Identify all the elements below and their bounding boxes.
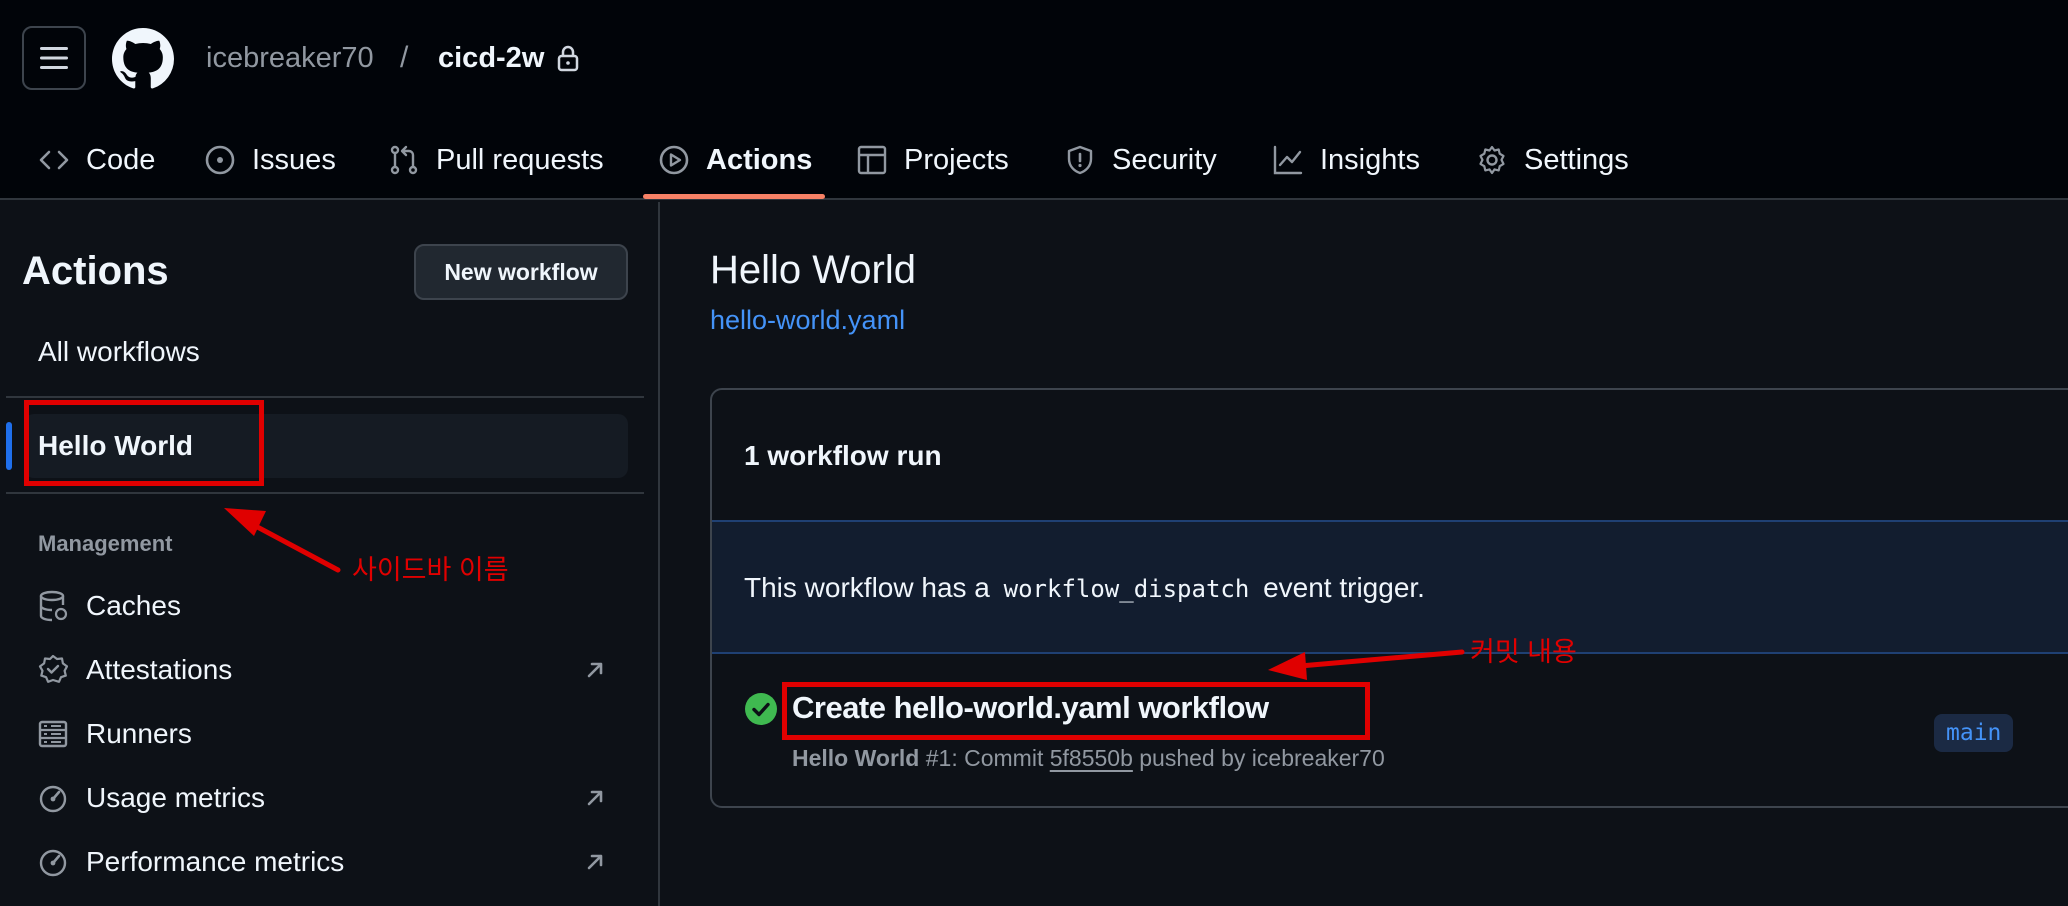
dispatch-text: This workflow has a workflow_dispatch ev… xyxy=(744,568,1425,609)
tab-code[interactable]: Code xyxy=(38,120,155,200)
link-external-icon xyxy=(587,790,603,806)
sidebar-item-label: Performance metrics xyxy=(86,846,345,877)
database-icon xyxy=(39,590,68,622)
sidebar-item-label: Usage metrics xyxy=(86,782,265,813)
path-separator: / xyxy=(400,41,409,74)
run-count: 1 workflow run xyxy=(744,440,942,471)
sidebar-divider xyxy=(6,492,644,494)
tab-settings[interactable]: Settings xyxy=(1476,120,1629,200)
tab-pull-requests[interactable]: Pull requests xyxy=(388,120,604,200)
repo-nav-tabs: Code Issues Pull requests Actions Projec… xyxy=(0,120,2068,200)
workflow-file-link[interactable]: hello-world.yaml xyxy=(710,302,905,338)
sidebar-title: Actions xyxy=(22,249,169,293)
tab-label: Pull requests xyxy=(436,143,604,176)
annotation-commit-message: 커밋 내용 xyxy=(1470,637,1577,667)
global-header: icebreaker70 / cicd-2w Code Issues Pull … xyxy=(0,0,2068,200)
sidebar-item-attestations[interactable]: Attestations xyxy=(38,648,232,692)
lock-icon xyxy=(557,45,579,72)
tab-label: Settings xyxy=(1524,143,1629,176)
runs-header: 1 workflow run xyxy=(712,390,2068,520)
workflow-runs-panel: 1 workflow run This workflow has a workf… xyxy=(710,388,2068,808)
sidebar-item-runners[interactable]: Runners xyxy=(38,712,192,756)
sidebar-item-performance-metrics[interactable]: Performance metrics xyxy=(38,840,344,884)
server-icon xyxy=(38,720,68,748)
sidebar-item-label: Caches xyxy=(86,590,181,621)
tab-label: Actions xyxy=(706,143,813,176)
run-number: #1: Commit xyxy=(925,745,1044,771)
run-meta: Hello World #1: Commit 5f8550b pushed by… xyxy=(792,742,1385,774)
dispatch-prefix: This workflow has a xyxy=(744,572,990,603)
sidebar-item-label: Attestations xyxy=(86,654,233,685)
sidebar-item-label: Runners xyxy=(86,718,192,749)
highlight-box-sidebar xyxy=(24,400,264,486)
tab-projects[interactable]: Projects xyxy=(856,120,1009,200)
tab-actions[interactable]: Actions xyxy=(658,120,812,200)
workflow-title: Hello World xyxy=(710,248,916,292)
tab-label: Issues xyxy=(252,143,336,176)
tab-issues[interactable]: Issues xyxy=(204,120,336,200)
run-pushed-by: pushed by icebreaker70 xyxy=(1139,745,1385,771)
branch-badge[interactable]: main xyxy=(1934,714,2014,752)
active-tab-indicator xyxy=(643,194,825,199)
management-heading: Management xyxy=(38,531,173,556)
menu-button[interactable] xyxy=(22,26,86,90)
graph-icon xyxy=(1273,145,1303,175)
meter-icon xyxy=(39,785,67,813)
new-workflow-button[interactable]: New workflow xyxy=(414,244,628,300)
check-circle-icon xyxy=(745,693,777,725)
meter-icon xyxy=(39,849,67,877)
tab-security[interactable]: Security xyxy=(1064,120,1217,200)
annotation-sidebar-name: 사이드바 이름 xyxy=(352,555,509,585)
repo-name-link[interactable]: cicd-2w xyxy=(438,38,544,78)
link-external-icon xyxy=(587,662,603,678)
highlight-box-commit xyxy=(782,682,1370,740)
issue-opened-icon xyxy=(205,145,235,175)
github-logo-icon[interactable] xyxy=(112,28,174,90)
hamburger-icon xyxy=(40,47,68,69)
tab-label: Projects xyxy=(904,143,1009,176)
tab-insights[interactable]: Insights xyxy=(1272,120,1420,200)
sidebar-item-all-workflows[interactable]: All workflows xyxy=(38,330,200,374)
code-icon xyxy=(39,150,69,170)
run-workflow-name: Hello World xyxy=(792,745,920,771)
play-icon xyxy=(659,145,689,175)
git-pull-request-icon xyxy=(390,145,418,175)
dispatch-code: workflow_dispatch xyxy=(1003,575,1250,603)
sidebar-item-caches[interactable]: Caches xyxy=(38,584,181,628)
shield-icon xyxy=(1067,145,1093,175)
repo-owner-link[interactable]: icebreaker70 xyxy=(206,38,374,78)
tab-label: Security xyxy=(1112,143,1217,176)
sidebar-item-usage-metrics[interactable]: Usage metrics xyxy=(38,776,265,820)
link-external-icon xyxy=(587,854,603,870)
actions-sidebar: Actions New workflow All workflows Hello… xyxy=(0,202,660,906)
commit-sha-link[interactable]: 5f8550b xyxy=(1050,745,1133,771)
dispatch-banner: This workflow has a workflow_dispatch ev… xyxy=(712,520,2068,654)
gear-icon xyxy=(1479,145,1505,175)
sidebar-divider xyxy=(6,396,644,398)
dispatch-suffix: event trigger. xyxy=(1263,572,1425,603)
table-icon xyxy=(857,145,887,175)
verified-icon xyxy=(38,654,68,683)
selected-indicator xyxy=(6,422,12,470)
tab-label: Code xyxy=(86,143,156,176)
tab-label: Insights xyxy=(1320,143,1420,176)
